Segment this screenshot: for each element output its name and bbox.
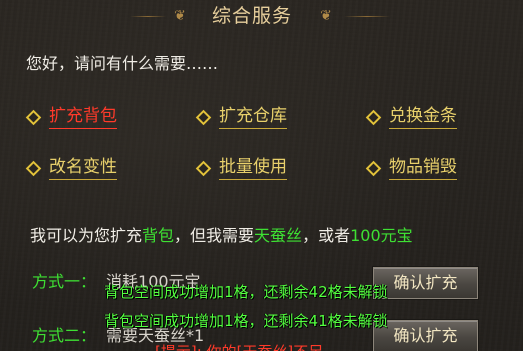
expand-info-text: 我可以为您扩充背包，但我需要天蚕丝，或者100元宝 — [30, 225, 413, 247]
title-bar: ❦ 综合服务 ❦ — [0, 0, 523, 34]
option-expand-bag[interactable]: 扩充背包 — [25, 104, 117, 130]
info-mid: ，但我需要 — [174, 226, 255, 245]
method-one-label: 方式一： — [32, 272, 97, 291]
confirm-expand-button-2[interactable]: 确认扩充 — [373, 320, 478, 351]
npc-greeting: 您好，请问有什么需要…… — [26, 54, 219, 73]
option-exchange-gold[interactable]: 兑换金条 — [365, 104, 457, 130]
option-label: 扩充仓库 — [219, 105, 287, 129]
warning-message: [提示]: 你的[天蚕丝]不足 — [155, 342, 323, 351]
panel-title: 综合服务 — [211, 5, 292, 27]
info-item-bag: 背包 — [142, 226, 175, 245]
info-item-yuanbao: 100元宝 — [350, 226, 413, 245]
info-prefix: 我可以为您扩充 — [30, 226, 143, 245]
diamond-bullet-icon — [195, 109, 212, 125]
option-expand-warehouse[interactable]: 扩充仓库 — [195, 104, 287, 130]
info-mid2: ，或者 — [302, 226, 351, 245]
system-toast: 背包空间成功增加1格，还剩余41格未解锁 — [104, 312, 388, 330]
info-item-silk: 天蚕丝 — [254, 226, 303, 245]
diamond-bullet-icon — [365, 109, 382, 125]
title-divider-left — [130, 16, 166, 17]
method-two-label: 方式二： — [32, 326, 97, 345]
service-panel: ❦ 综合服务 ❦ 您好，请问有什么需要…… 扩充背包 扩充仓库 兑换金条 改名变… — [0, 0, 523, 351]
option-label: 改名变性 — [49, 156, 117, 180]
diamond-bullet-icon — [195, 160, 212, 176]
diamond-bullet-icon — [25, 109, 42, 125]
option-destroy-item[interactable]: 物品销毁 — [365, 155, 457, 181]
title-divider-right — [344, 16, 390, 17]
option-batch-use[interactable]: 批量使用 — [195, 155, 287, 181]
confirm-expand-button-1[interactable]: 确认扩充 — [373, 267, 478, 299]
diamond-bullet-icon — [365, 160, 382, 176]
ornament-left-icon: ❦ — [174, 8, 186, 24]
option-label: 批量使用 — [219, 156, 287, 180]
option-label: 扩充背包 — [49, 105, 117, 129]
option-label: 兑换金条 — [389, 105, 457, 129]
option-rename-gender[interactable]: 改名变性 — [25, 155, 117, 181]
diamond-bullet-icon — [25, 160, 42, 176]
ornament-right-icon: ❦ — [320, 8, 332, 24]
option-label: 物品销毁 — [389, 156, 457, 180]
system-toast: 背包空间成功增加1格，还剩余42格未解锁 — [104, 283, 388, 301]
